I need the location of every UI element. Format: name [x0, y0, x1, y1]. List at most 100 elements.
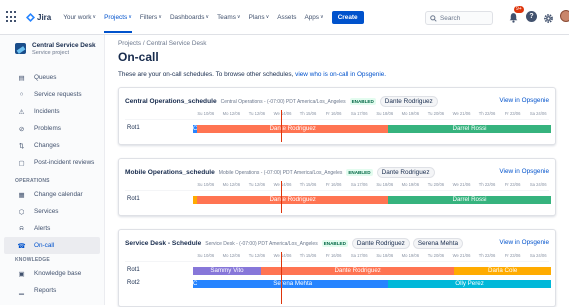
services-icon: ⬡: [18, 208, 25, 216]
sidebar-item-label: On-call: [34, 242, 55, 249]
nav-item-label: Projects: [104, 13, 128, 21]
breadcrumb[interactable]: Projects / Central Service Desk: [118, 40, 206, 47]
incidents-icon: ⚠: [18, 108, 25, 116]
tick-label: Sa 24/06: [529, 111, 547, 116]
sidebar-knowledge-items: ▣ Knowledge base ▁ Reports: [0, 265, 104, 299]
notifications-button[interactable]: 9+: [508, 6, 524, 23]
on-call-icon: ☎: [17, 242, 26, 250]
project-icon: [15, 43, 26, 54]
schedule-name[interactable]: Service Desk - Schedule: [125, 240, 201, 247]
service-requests-icon: ○: [19, 91, 24, 98]
nav-item-label: Apps: [304, 13, 320, 21]
rotation-track: Sammy Vito Dante Rodriguez Darla Cole: [193, 267, 551, 275]
chevron-down-icon: ∨: [265, 14, 270, 20]
nav-assets[interactable]: Assets: [277, 14, 296, 21]
chevron-down-icon: ∨: [205, 14, 210, 20]
user-avatar[interactable]: [560, 10, 569, 22]
schedule-card: Service Desk - Schedule Service Desk - (-…: [118, 229, 556, 307]
shift-bar[interactable]: Darrel Rossi: [388, 125, 551, 133]
shift-bar[interactable]: Sammy Vito: [193, 267, 262, 275]
nav-apps[interactable]: Apps ∨: [304, 14, 323, 21]
tick-label: Sa 24/06: [529, 182, 547, 187]
sidebar-item-queues[interactable]: ▤ Queues: [0, 69, 104, 86]
status-badge: ENABLED: [346, 169, 373, 176]
bell-icon: [509, 13, 518, 23]
rotation-track: C Dante Rodriguez Darrel Rossi: [193, 125, 551, 133]
project-header[interactable]: Central Service Desk Service project: [0, 35, 104, 69]
view-in-opsgenie-link[interactable]: View in Opsgenie: [499, 168, 549, 175]
view-in-opsgenie-link[interactable]: View in Opsgenie: [499, 97, 549, 104]
nav-filters[interactable]: Filters ∨: [140, 14, 162, 21]
shift-bar[interactable]: Olly Perez: [388, 280, 551, 288]
nav-dashboards[interactable]: Dashboards ∨: [170, 14, 209, 21]
sidebar-item-label: Change calendar: [34, 191, 83, 198]
schedule-name[interactable]: Central Operations_schedule: [125, 98, 217, 105]
timeline-ticks: Su 10/06 Mo 12/06 Tu 12/06 We 14/06 Th 15/06…: [193, 182, 551, 188]
shift-bar[interactable]: Dante Rodriguez: [197, 125, 389, 133]
view-in-opsgenie-link[interactable]: View in Opsgenie: [499, 239, 549, 246]
sidebar-item-reports[interactable]: ▁ Reports: [0, 282, 104, 299]
schedule-header: Mobile Operations_schedule Mobile Operati…: [125, 167, 438, 178]
search-input[interactable]: Search: [425, 11, 493, 25]
schedule-header: Central Operations_schedule Central Opera…: [125, 96, 441, 107]
schedule-name[interactable]: Mobile Operations_schedule: [125, 169, 215, 176]
tick-label: Sa 24/06: [529, 253, 547, 258]
main-content: Projects / Central Service Desk On-call …: [105, 35, 569, 307]
shift-bar[interactable]: Serena Mehta: [197, 280, 389, 288]
schedule-card: Mobile Operations_schedule Mobile Operati…: [118, 158, 556, 216]
nav-menu: Your work ∨ Projects ∨ Filters ∨ Dashboards ∨ Te…: [63, 13, 331, 33]
sidebar-item-post-incident-reviews[interactable]: ▢ Post-incident reviews: [0, 154, 104, 171]
nav-teams[interactable]: Teams ∨: [217, 14, 241, 21]
help-icon[interactable]: ?: [526, 10, 537, 22]
search-placeholder: Search: [440, 14, 461, 22]
rotation-label: Rot1: [127, 196, 140, 202]
app-switcher-icon[interactable]: [6, 11, 18, 23]
create-button[interactable]: Create: [331, 10, 364, 24]
sidebar-item-on-call[interactable]: ☎ On-call: [4, 237, 100, 254]
sidebar-item-problems[interactable]: ⊘ Problems: [0, 120, 104, 137]
nav-your-work[interactable]: Your work ∨: [63, 14, 96, 21]
sidebar-item-label: Service requests: [34, 91, 82, 98]
current-time-indicator: [280, 110, 282, 142]
knowledge-heading: KNOWLEDGE: [15, 256, 50, 263]
operations-heading: OPERATIONS: [15, 177, 50, 184]
on-call-person: Serena Mehta: [412, 238, 464, 249]
opsgenie-link[interactable]: view who is on-call in Opsgenie.: [295, 71, 386, 78]
sidebar-item-alerts[interactable]: ⍾ Alerts: [0, 220, 104, 237]
calendar-icon: ▦: [18, 191, 25, 199]
status-badge: ENABLED: [349, 98, 376, 105]
notification-badge: 9+: [514, 6, 524, 13]
settings-icon[interactable]: [543, 11, 554, 23]
sidebar-item-services[interactable]: ⬡ Services: [0, 203, 104, 220]
sidebar-item-label: Post-incident reviews: [34, 159, 95, 166]
alerts-icon: ⍾: [19, 224, 24, 232]
sidebar-item-knowledge-base[interactable]: ▣ Knowledge base: [0, 265, 104, 282]
shift-bar[interactable]: Darla Cole: [454, 267, 551, 275]
timeline-ticks: Su 10/06 Mo 12/06 Tu 12/06 We 14/06 Th 15/06…: [193, 111, 551, 117]
on-call-person: Dante Rodriguez: [376, 167, 435, 178]
knowledge-base-icon: ▣: [18, 270, 25, 278]
shift-bar[interactable]: Dante Rodriguez: [261, 267, 455, 275]
sidebar-item-label: Problems: [34, 125, 61, 132]
rotation-track: C Serena Mehta Olly Perez: [193, 280, 551, 288]
sidebar-item-change-calendar[interactable]: ▦ Change calendar: [0, 186, 104, 203]
search-icon: [430, 14, 437, 22]
chevron-down-icon: ∨: [128, 14, 132, 20]
sidebar-item-service-requests[interactable]: ○ Service requests: [0, 86, 104, 103]
nav-plans[interactable]: Plans ∨: [249, 14, 270, 21]
queues-icon: ▤: [18, 74, 25, 82]
schedule-timezone: Mobile Operations - (-07:00) PDT America…: [218, 169, 343, 176]
shift-bar[interactable]: Darrel Rossi: [388, 196, 551, 204]
sidebar-item-changes[interactable]: ⇅ Changes: [0, 137, 104, 154]
intro-text: These are your on-call schedules. To bro…: [118, 71, 386, 78]
sidebar-item-incidents[interactable]: ⚠ Incidents: [0, 103, 104, 120]
rotation-track: Dante Rodriguez Darrel Rossi: [193, 196, 551, 204]
project-name: Central Service Desk: [32, 42, 96, 49]
jira-logo[interactable]: Jira: [26, 12, 51, 22]
nav-item-label: Assets: [277, 13, 297, 21]
post-incident-reviews-icon: ▢: [18, 159, 25, 167]
shift-bar[interactable]: Dante Rodriguez: [197, 196, 389, 204]
current-time-indicator: [280, 181, 282, 213]
nav-projects[interactable]: Projects ∨: [104, 13, 132, 33]
sidebar-item-label: Changes: [34, 142, 60, 149]
